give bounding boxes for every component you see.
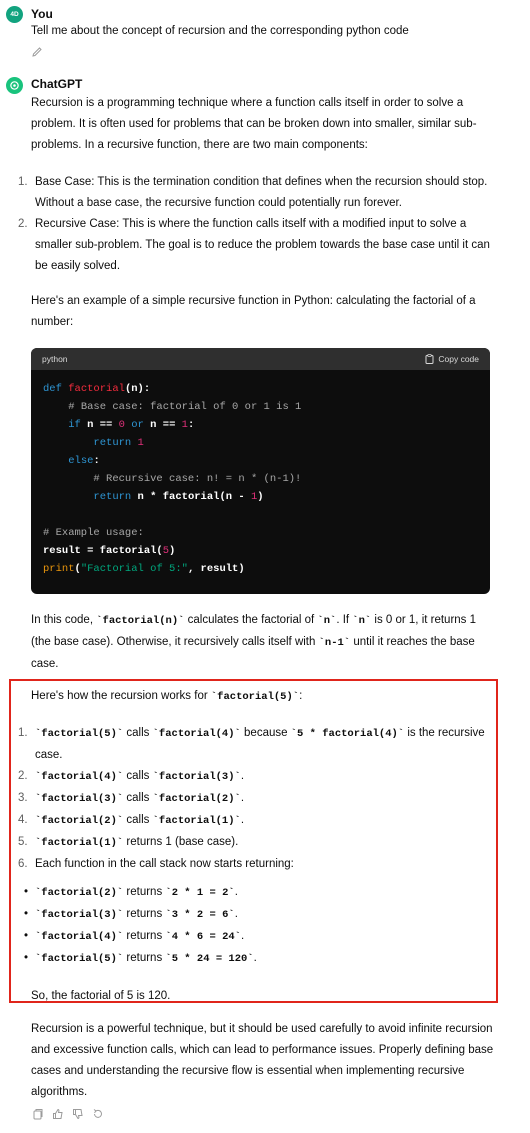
example-intro: Here's an example of a simple recursive … [31,295,476,328]
code-line: return 1 [93,437,144,449]
list-item: 2. `factorial(4)` calls `factorial(3)`. [18,770,245,783]
list-item: • `factorial(4)` returns `4 * 6 = 24`. [24,930,245,943]
components-list: 1. Base Case: This is the termination con… [0,172,500,277]
message-actions [31,1107,105,1121]
list-item: 1. `factorial(5)` calls `factorial(4)` be… [18,727,485,761]
pencil-icon[interactable] [31,46,43,61]
list-item: 2. Recursive Case: This is where the func… [0,214,500,277]
code-line: print("Factorial of 5:", result) [43,563,245,575]
code-line: # Base case: factorial of 0 or 1 is 1 [68,401,302,413]
copy-code-label: Copy code [438,354,479,364]
intro-paragraph: Recursion is a programming technique whe… [31,97,477,151]
code-language: python [42,354,68,364]
code-explanation: In this code, `factorial(n)` calculates … [31,614,477,670]
list-item: 1. Base Case: This is the termination con… [0,172,500,214]
clipboard-icon [425,354,434,364]
chatgpt-logo-icon [6,77,23,94]
copy-icon[interactable] [31,1107,45,1121]
closing-paragraph: Recursion is a powerful technique, but i… [31,1023,494,1098]
assistant-name: ChatGPT [31,77,83,91]
list-item: • `factorial(5)` returns `5 * 24 = 120`. [24,952,257,965]
list-number: 2. [18,218,28,230]
user-name: You [31,7,53,21]
list-item: • `factorial(2)` returns `2 * 1 = 2`. [24,886,238,899]
list-item: 4. `factorial(2)` calls `factorial(1)`. [18,814,245,827]
code-line: return n * factorial(n - 1) [93,491,264,503]
conclusion: So, the factorial of 5 is 120. [31,990,171,1002]
trace-list: 1. `factorial(5)` calls `factorial(4)` be… [0,723,500,875]
return-list: • `factorial(2)` returns `2 * 1 = 2`. • `f… [0,882,500,970]
user-message: Tell me about the concept of recursion a… [31,25,409,37]
list-item: 6. Each function in the call stack now st… [18,858,294,870]
list-item-text: Recursive Case: This is where the functi… [35,218,490,272]
code-block: python Copy code def factorial(n): # Bas… [31,348,490,594]
user-avatar: 4D [6,6,23,23]
code-line: else: [68,455,100,467]
thumbs-up-icon[interactable] [51,1107,65,1121]
list-item: 5. `factorial(1)` returns 1 (base case). [18,836,239,849]
code-line: result = factorial(5) [43,545,176,557]
regenerate-icon[interactable] [91,1107,105,1121]
code-line: # Example usage: [43,527,144,539]
code-line: # Recursive case: n! = n * (n-1)! [93,473,302,485]
copy-code-button[interactable]: Copy code [425,354,479,364]
code-content: def factorial(n): # Base case: factorial… [31,370,490,588]
list-item: • `factorial(3)` returns `3 * 2 = 6`. [24,908,238,921]
thumbs-down-icon[interactable] [71,1107,85,1121]
list-number: 1. [18,176,28,188]
list-item: 3. `factorial(3)` calls `factorial(2)`. [18,792,245,805]
code-line: if n == 0 or n == 1: [68,419,195,431]
code-line: def factorial(n): [43,383,151,395]
how-it-works-heading: Here's how the recursion works for `fact… [31,690,303,703]
code-header: python Copy code [31,348,490,370]
list-item-text: Base Case: This is the termination condi… [35,176,488,209]
